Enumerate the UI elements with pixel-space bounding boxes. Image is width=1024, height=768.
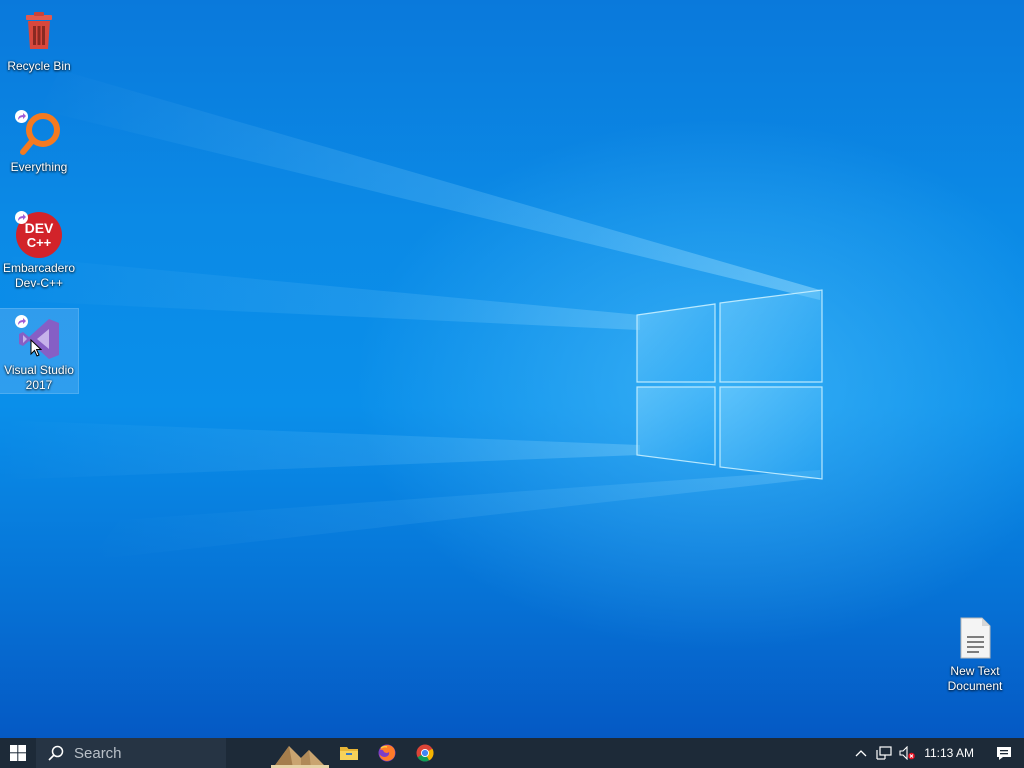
network-icon: [876, 746, 892, 760]
taskbar-file-explorer[interactable]: [330, 738, 368, 768]
notification-icon: [997, 746, 1011, 760]
svg-text:DEV: DEV: [25, 220, 54, 236]
desktop-icon-new-text-document[interactable]: New Text Document: [936, 608, 1014, 694]
taskbar-chrome[interactable]: [406, 738, 444, 768]
weather-widget-icon: [271, 746, 329, 768]
shortcut-arrow-icon: [15, 110, 28, 123]
volume-muted-icon: [899, 746, 915, 760]
search-icon: [48, 745, 64, 761]
desktop-icon-everything[interactable]: Everything: [0, 104, 78, 175]
desktop-wallpaper[interactable]: [0, 0, 1024, 738]
chrome-icon: [416, 744, 434, 762]
chevron-up-icon: [855, 750, 867, 757]
desktop-icon-label: Recycle Bin: [7, 59, 71, 73]
desktop-icon-label: Embarcadero Dev-C++: [2, 261, 76, 290]
text-document-icon: [960, 617, 991, 659]
start-button[interactable]: [0, 738, 36, 768]
windows-start-icon: [10, 745, 26, 761]
shortcut-arrow-icon: [15, 211, 28, 224]
taskbar-clock[interactable]: 11:13 AM: [918, 738, 984, 768]
file-explorer-icon: [340, 747, 358, 760]
taskbar-search-box[interactable]: Search: [36, 738, 226, 768]
search-placeholder: Search: [74, 744, 122, 762]
desktop-icon-label: New Text Document: [947, 664, 1003, 693]
desktop-icon-dev-cpp[interactable]: DEV C++ Embarcadero Dev-C++: [0, 205, 78, 291]
taskbar: Search 11:13 AM: [0, 738, 1024, 768]
network-status-button[interactable]: [872, 738, 896, 768]
firefox-icon: [378, 744, 396, 762]
volume-button[interactable]: [896, 738, 918, 768]
desktop-icon-recycle-bin[interactable]: Recycle Bin: [0, 3, 78, 74]
windows-logo-light-beams: [0, 70, 823, 560]
desktop-icon-label: Visual Studio 2017: [4, 363, 74, 392]
show-hidden-icons-button[interactable]: [850, 738, 872, 768]
news-weather-widget[interactable]: [270, 738, 330, 768]
mouse-cursor-icon: [30, 339, 42, 357]
taskbar-firefox[interactable]: [368, 738, 406, 768]
shortcut-arrow-icon: [15, 315, 28, 328]
action-center-button[interactable]: [984, 738, 1024, 768]
desktop-icon-label: Everything: [10, 160, 68, 174]
recycle-bin-icon: [26, 12, 52, 49]
svg-text:C++: C++: [27, 235, 52, 250]
system-tray: 11:13 AM: [850, 738, 1024, 768]
